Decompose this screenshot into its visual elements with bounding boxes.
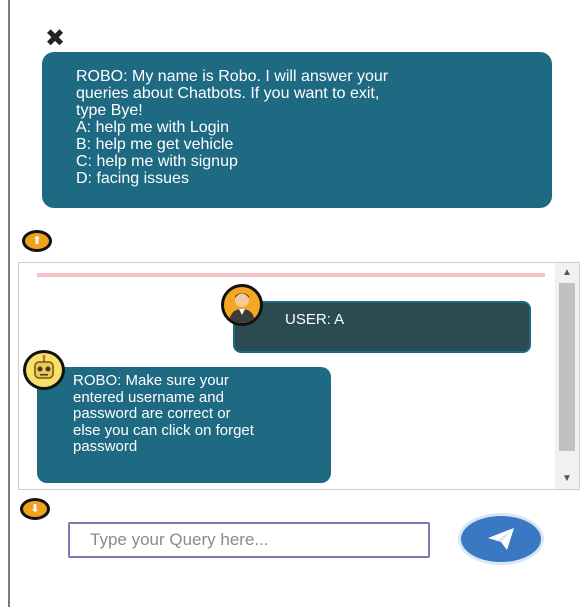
intro-line: type Bye! xyxy=(76,102,143,119)
intro-message-bubble: ROBO: My name is Robo. I will answer you… xyxy=(42,52,552,208)
intro-line: ROBO: My name is Robo. I will answer you… xyxy=(76,68,389,85)
left-border xyxy=(8,0,10,607)
scroll-thumb[interactable] xyxy=(559,283,575,451)
chat-scrollbar[interactable]: ▲ ▼ xyxy=(555,263,579,489)
collapse-up-button[interactable]: ⬆ xyxy=(22,230,52,252)
robot-avatar-icon xyxy=(23,350,65,390)
query-input[interactable] xyxy=(68,522,430,558)
user-avatar-icon xyxy=(221,284,263,326)
send-button[interactable] xyxy=(461,516,541,562)
arrow-down-icon: ⬇ xyxy=(30,503,40,515)
bot-message-text: ROBO: Make sure your entered username an… xyxy=(73,372,254,455)
option-c: C: help me with signup xyxy=(76,153,238,170)
scroll-up-arrow-icon[interactable]: ▲ xyxy=(555,265,579,281)
scroll-down-arrow-icon[interactable]: ▼ xyxy=(555,471,579,487)
option-d: D: facing issues xyxy=(76,170,189,187)
send-icon xyxy=(488,528,514,550)
option-a: A: help me with Login xyxy=(76,119,229,136)
user-message-text: USER: A xyxy=(285,311,345,328)
collapse-down-button[interactable]: ⬇ xyxy=(20,498,50,520)
arrow-up-icon: ⬆ xyxy=(32,235,42,247)
intro-line: queries about Chatbots. If you want to e… xyxy=(76,85,380,102)
chat-history-panel: USER: A ROBO: Make sure your entered use… xyxy=(18,262,580,490)
user-message-bubble: USER: A xyxy=(233,301,531,353)
close-icon[interactable]: ✖ xyxy=(44,27,66,51)
bot-message-bubble: ROBO: Make sure your entered username an… xyxy=(37,367,331,483)
divider xyxy=(37,273,545,277)
option-b: B: help me get vehicle xyxy=(76,136,234,153)
